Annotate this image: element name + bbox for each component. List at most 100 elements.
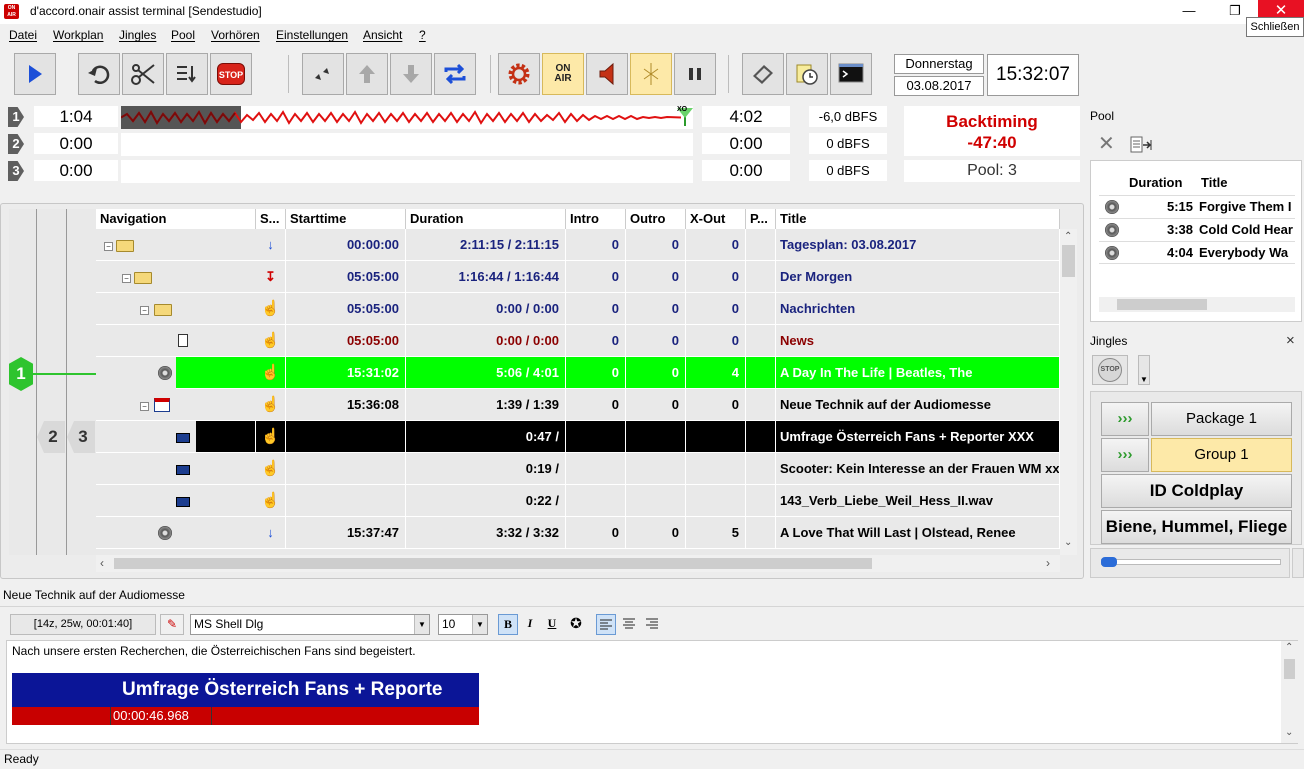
font-select[interactable]: MS Shell Dlg ▼ — [190, 614, 430, 635]
underline-button[interactable]: U — [542, 614, 562, 635]
col-title[interactable]: Title — [776, 209, 1060, 229]
move-up-button[interactable] — [346, 53, 388, 95]
col-xout[interactable]: X-Out — [686, 209, 746, 229]
col-duration[interactable]: Duration — [406, 209, 566, 229]
jingle-side-scroll[interactable] — [1292, 548, 1304, 578]
scroll-thumb[interactable] — [114, 558, 872, 569]
color-picker-icon[interactable]: ✪ — [566, 615, 586, 634]
menu-jingles[interactable]: Jingles — [119, 28, 156, 42]
table-row[interactable]: − ☝ 15:36:08 1:39 / 1:39 0 0 0 Neue Tech… — [96, 389, 1060, 421]
collapse-icon[interactable]: − — [140, 402, 149, 411]
jingle-stop-button[interactable]: STOP — [1092, 355, 1128, 385]
scroll-down-icon[interactable]: ⌄ — [1064, 537, 1072, 548]
dropdown-arrow-icon[interactable]: ▼ — [1138, 355, 1150, 385]
minimize-button[interactable]: — — [1166, 0, 1212, 22]
player-3-marker[interactable]: 3 — [67, 421, 95, 453]
jingle-play-button[interactable]: ››› — [1101, 438, 1149, 472]
playlist-hscrollbar[interactable]: ‹ › — [96, 555, 1060, 572]
cut-button[interactable] — [122, 53, 164, 95]
collapse-icon[interactable]: − — [104, 242, 113, 251]
jingles-close-icon[interactable]: × — [1286, 332, 1295, 349]
pool-col-title[interactable]: Title — [1201, 175, 1228, 190]
menu-pool[interactable]: Pool — [171, 28, 195, 42]
slider-thumb[interactable] — [1101, 557, 1117, 567]
settings-button[interactable] — [498, 53, 540, 95]
menu-help[interactable]: ? — [419, 28, 426, 42]
waveform[interactable] — [121, 133, 693, 156]
pfl-button[interactable] — [630, 53, 672, 95]
menu-ansicht[interactable]: Ansicht — [363, 28, 402, 42]
align-right-button[interactable] — [643, 614, 663, 635]
scroll-up-icon[interactable]: ⌃ — [1064, 231, 1072, 242]
cart-button[interactable] — [742, 53, 784, 95]
pin-icon[interactable]: ✎ — [160, 614, 184, 635]
table-row[interactable]: ☝ 0:22 / 143_Verb_Liebe_Weil_Hess_II.wav — [96, 485, 1060, 517]
table-row[interactable]: − ☝ 05:05:00 0:00 / 0:00 0 0 0 Nachricht… — [96, 293, 1060, 325]
col-starttime[interactable]: Starttime — [286, 209, 406, 229]
menu-datei[interactable]: Datei — [9, 28, 37, 42]
waveform[interactable] — [121, 160, 693, 183]
col-p[interactable]: P... — [746, 209, 776, 229]
col-status[interactable]: S... — [256, 209, 286, 229]
col-navigation[interactable]: Navigation — [96, 209, 256, 229]
scroll-left-icon[interactable]: ‹ — [100, 556, 104, 570]
pause-button[interactable] — [674, 53, 716, 95]
scroll-thumb[interactable] — [1117, 299, 1207, 310]
list-item[interactable]: 3:38 Cold Cold Hear — [1099, 218, 1295, 241]
col-outro[interactable]: Outro — [626, 209, 686, 229]
scroll-thumb[interactable] — [1284, 659, 1295, 679]
table-row[interactable]: ↓ 15:37:47 3:32 / 3:32 0 0 5 A Love That… — [96, 517, 1060, 549]
menu-vorhoeren[interactable]: Vorhören — [211, 28, 260, 42]
list-item[interactable]: 5:15 Forgive Them I — [1099, 195, 1295, 218]
player-1-marker[interactable]: 1 — [9, 357, 33, 391]
align-left-button[interactable] — [596, 614, 616, 635]
jingle-biene-button[interactable]: Biene, Hummel, Fliege — [1101, 510, 1292, 544]
move-down-button[interactable] — [390, 53, 432, 95]
onair-button[interactable]: ON AIR — [542, 53, 584, 95]
table-row-playing[interactable]: ☝ 15:31:02 5:06 / 4:01 0 0 4 A Day In Th… — [158, 357, 1060, 389]
scroll-thumb[interactable] — [1062, 245, 1075, 277]
table-row[interactable]: ☝ 0:19 / Scooter: Kein Interesse an der … — [96, 453, 1060, 485]
pool-hscrollbar[interactable] — [1099, 297, 1295, 312]
insert-icon[interactable] — [1130, 136, 1152, 154]
waveform[interactable]: XO — [120, 106, 693, 129]
loop-button[interactable] — [434, 53, 476, 95]
table-row[interactable]: − ↓ 00:00:00 2:11:15 / 2:11:15 0 0 0 Tag… — [96, 229, 1060, 261]
jingle-volume-slider[interactable] — [1090, 548, 1290, 578]
jingle-package-button[interactable]: Package 1 — [1151, 402, 1292, 436]
undo-button[interactable] — [78, 53, 120, 95]
font-size-select[interactable]: 10 ▼ — [438, 614, 488, 635]
menu-einstellungen[interactable]: Einstellungen — [276, 28, 348, 42]
delete-icon[interactable]: ✕ — [1098, 134, 1115, 154]
table-row[interactable]: − ↧ 05:05:00 1:16:44 / 1:16:44 0 0 0 Der… — [96, 261, 1060, 293]
col-intro[interactable]: Intro — [566, 209, 626, 229]
arrange-button[interactable] — [166, 53, 208, 95]
player-2-marker[interactable]: 2 — [37, 421, 65, 453]
text-editor[interactable]: Nach unsere ersten Recherchen, die Öster… — [6, 640, 1298, 744]
scroll-down-icon[interactable]: ⌄ — [1285, 727, 1293, 738]
table-row-selected[interactable]: ☝ 0:47 / Umfrage Österreich Fans + Repor… — [96, 421, 1060, 453]
playlist-vscrollbar[interactable]: ⌃ ⌄ — [1060, 229, 1077, 555]
align-center-button[interactable] — [620, 614, 640, 635]
jingle-play-button[interactable]: ››› — [1101, 402, 1149, 436]
list-item[interactable]: 4:04 Everybody Wa — [1099, 241, 1295, 264]
timer-button[interactable] — [786, 53, 828, 95]
volume-button[interactable] — [586, 53, 628, 95]
play-button[interactable] — [14, 53, 56, 95]
audio-clip-block[interactable]: Umfrage Österreich Fans + Reporte 00:00:… — [12, 673, 479, 725]
table-row[interactable]: ☝ 05:05:00 0:00 / 0:00 0 0 0 News — [96, 325, 1060, 357]
scroll-up-icon[interactable]: ⌃ — [1285, 642, 1293, 653]
bold-button[interactable]: B — [498, 614, 518, 635]
menu-workplan[interactable]: Workplan — [53, 28, 103, 42]
jingle-group-button[interactable]: Group 1 — [1151, 438, 1292, 472]
collapse-icon[interactable]: − — [122, 274, 131, 283]
terminal-button[interactable] — [830, 53, 872, 95]
jingle-id-coldplay-button[interactable]: ID Coldplay — [1101, 474, 1292, 508]
editor-vscrollbar[interactable]: ⌃ ⌄ — [1281, 641, 1298, 743]
skip-button[interactable] — [302, 53, 344, 95]
scroll-right-icon[interactable]: › — [1046, 556, 1050, 570]
stop-button[interactable]: STOP — [210, 53, 252, 95]
collapse-icon[interactable]: − — [140, 306, 149, 315]
italic-button[interactable]: I — [520, 614, 540, 635]
pool-col-duration[interactable]: Duration — [1129, 175, 1182, 190]
